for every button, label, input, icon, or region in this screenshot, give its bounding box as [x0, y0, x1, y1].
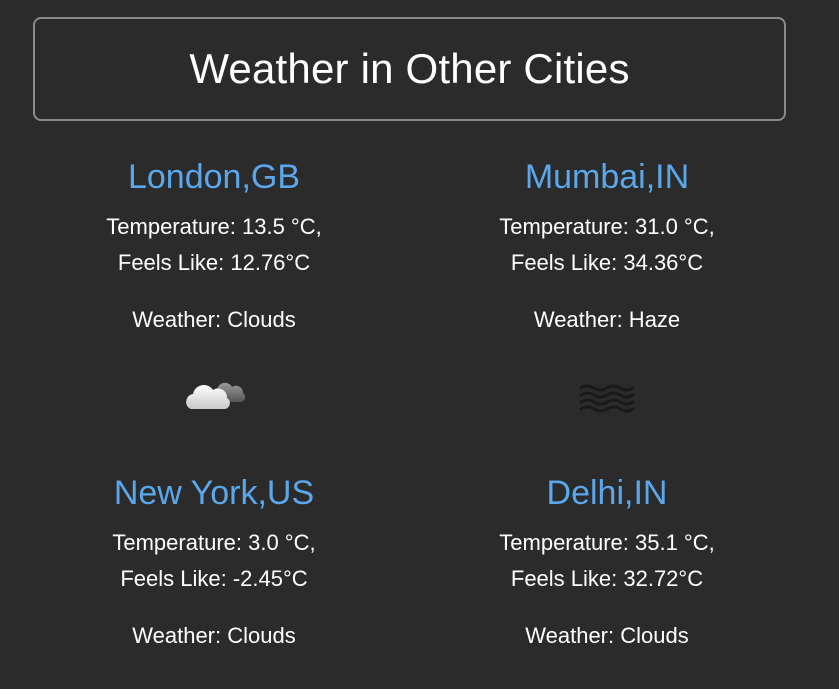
- weather-page: Weather in Other Cities London,GB Temper…: [0, 0, 839, 689]
- weather-condition: Weather: Clouds: [525, 623, 689, 648]
- feels-like-text: Feels Like: 32.72°C: [510, 566, 704, 591]
- feels-like-text: Feels Like: 12.76°C: [117, 250, 311, 275]
- city-card-delhi: Delhi,IN Temperature: 35.1 °C, Feels Lik…: [407, 473, 807, 650]
- feels-like-text: Feels Like: -2.45°C: [120, 566, 308, 591]
- city-card-mumbai: Mumbai,IN Temperature: 31.0 °C, Feels Li…: [407, 157, 807, 416]
- weather-condition: Weather: Clouds: [132, 623, 296, 648]
- cloud-icon: [179, 376, 249, 416]
- weather-condition: Weather: Haze: [533, 307, 681, 332]
- haze-icon: [572, 376, 642, 416]
- city-name: New York,US: [113, 474, 315, 512]
- city-name: Delhi,IN: [546, 474, 668, 512]
- temperature-text: Temperature: 3.0 °C,: [112, 530, 316, 555]
- feels-like-text: Feels Like: 34.36°C: [510, 250, 704, 275]
- city-card-london: London,GB Temperature: 13.5 °C, Feels Li…: [14, 157, 414, 416]
- temperature-text: Temperature: 35.1 °C,: [499, 530, 715, 555]
- city-card-new-york: New York,US Temperature: 3.0 °C, Feels L…: [14, 473, 414, 650]
- page-title: Weather in Other Cities: [189, 45, 630, 92]
- header-box: Weather in Other Cities: [33, 17, 786, 121]
- weather-condition: Weather: Clouds: [132, 307, 296, 332]
- temperature-text: Temperature: 13.5 °C,: [106, 214, 322, 239]
- city-name: London,GB: [127, 158, 301, 196]
- city-name: Mumbai,IN: [524, 158, 690, 196]
- temperature-text: Temperature: 31.0 °C,: [499, 214, 715, 239]
